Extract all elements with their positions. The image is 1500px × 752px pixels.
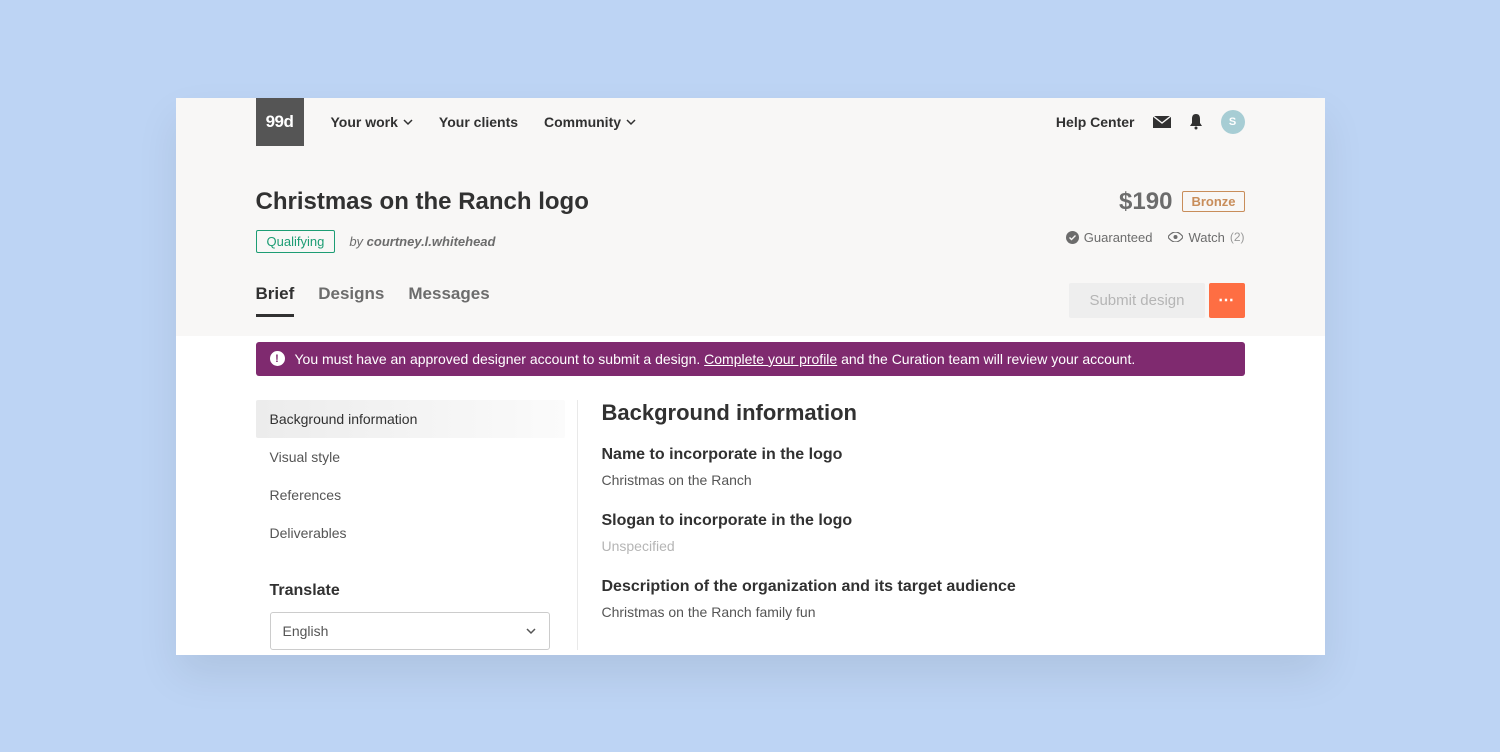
field-desc-label: Description of the organization and its … bbox=[602, 578, 1245, 596]
watch-toggle[interactable]: Watch (2) bbox=[1168, 230, 1244, 245]
eye-icon bbox=[1168, 232, 1183, 242]
guaranteed-status: Guaranteed bbox=[1066, 230, 1153, 245]
byline-prefix: by bbox=[349, 234, 366, 249]
status-badge: Qualifying bbox=[256, 230, 336, 253]
mail-icon[interactable] bbox=[1153, 116, 1171, 128]
app-frame: 99d Your work Your clients Community Hel… bbox=[176, 98, 1325, 655]
nav-community[interactable]: Community bbox=[544, 114, 636, 130]
translate-select[interactable]: English bbox=[270, 612, 550, 650]
field-name-label: Name to incorporate in the logo bbox=[602, 446, 1245, 464]
field-slogan-value: Unspecified bbox=[602, 538, 1245, 554]
nav-your-clients[interactable]: Your clients bbox=[439, 114, 518, 130]
check-circle-icon bbox=[1066, 231, 1079, 244]
tab-messages[interactable]: Messages bbox=[408, 284, 489, 317]
watch-count: (2) bbox=[1230, 230, 1245, 244]
notice-link[interactable]: Complete your profile bbox=[704, 351, 837, 367]
notice-text: You must have an approved designer accou… bbox=[295, 351, 1136, 367]
chevron-down-icon bbox=[626, 117, 636, 127]
field-slogan-label: Slogan to incorporate in the logo bbox=[602, 512, 1245, 530]
header-meta: Qualifying by courtney.l.whitehead bbox=[256, 230, 589, 253]
price: $190 bbox=[1119, 188, 1172, 216]
status-row: Guaranteed Watch (2) bbox=[1066, 230, 1245, 245]
sidenav-references[interactable]: References bbox=[256, 476, 565, 514]
sidenav-background-info[interactable]: Background information bbox=[256, 400, 565, 438]
notice-text-1: You must have an approved designer accou… bbox=[295, 351, 705, 367]
sidenav-deliverables[interactable]: Deliverables bbox=[256, 514, 565, 552]
nav-your-clients-label: Your clients bbox=[439, 114, 518, 130]
byline: by courtney.l.whitehead bbox=[349, 234, 495, 249]
tier-badge: Bronze bbox=[1182, 191, 1244, 212]
nav-your-work-label: Your work bbox=[331, 114, 398, 130]
tabs: Brief Designs Messages bbox=[256, 284, 490, 317]
notice-text-2: and the Curation team will review your a… bbox=[837, 351, 1135, 367]
translate-label: Translate bbox=[270, 582, 565, 600]
bell-icon[interactable] bbox=[1189, 114, 1203, 130]
alert-icon: ! bbox=[270, 351, 285, 366]
watch-label: Watch bbox=[1188, 230, 1224, 245]
nav-left: Your work Your clients Community bbox=[331, 114, 637, 130]
page-title: Christmas on the Ranch logo bbox=[256, 188, 589, 216]
field-name-value: Christmas on the Ranch bbox=[602, 472, 1245, 488]
top-nav: 99d Your work Your clients Community Hel… bbox=[176, 98, 1325, 146]
sidenav-visual-style[interactable]: Visual style bbox=[256, 438, 565, 476]
header-left: Christmas on the Ranch logo Qualifying b… bbox=[256, 188, 589, 253]
price-row: $190 Bronze bbox=[1066, 188, 1245, 216]
tabs-row: Brief Designs Messages Submit design ⋯ bbox=[176, 253, 1325, 318]
field-desc-value: Christmas on the Ranch family fun bbox=[602, 604, 1245, 620]
nav-help-center[interactable]: Help Center bbox=[1056, 114, 1135, 130]
chevron-down-icon bbox=[525, 625, 537, 637]
header-right: $190 Bronze Guaranteed Watch (2) bbox=[1066, 188, 1245, 245]
page-header: Christmas on the Ranch logo Qualifying b… bbox=[176, 146, 1325, 253]
translate-value: English bbox=[283, 623, 329, 639]
brief-sidenav: Background information Visual style Refe… bbox=[256, 400, 578, 650]
brief-content: Background information Name to incorpora… bbox=[578, 400, 1245, 650]
guaranteed-label: Guaranteed bbox=[1084, 230, 1153, 245]
byline-author[interactable]: courtney.l.whitehead bbox=[367, 234, 496, 249]
avatar[interactable]: S bbox=[1221, 110, 1245, 134]
header-actions: Submit design ⋯ bbox=[1069, 283, 1244, 318]
nav-your-work[interactable]: Your work bbox=[331, 114, 413, 130]
chevron-down-icon bbox=[403, 117, 413, 127]
submit-design-button[interactable]: Submit design bbox=[1069, 283, 1204, 318]
body: Background information Visual style Refe… bbox=[176, 376, 1325, 650]
tab-designs[interactable]: Designs bbox=[318, 284, 384, 317]
section-title: Background information bbox=[602, 400, 1245, 426]
nav-community-label: Community bbox=[544, 114, 621, 130]
tab-brief[interactable]: Brief bbox=[256, 284, 295, 317]
logo[interactable]: 99d bbox=[256, 98, 304, 146]
nav-right: Help Center S bbox=[1056, 110, 1245, 134]
notice-banner: ! You must have an approved designer acc… bbox=[256, 342, 1245, 376]
more-actions-button[interactable]: ⋯ bbox=[1209, 283, 1245, 318]
